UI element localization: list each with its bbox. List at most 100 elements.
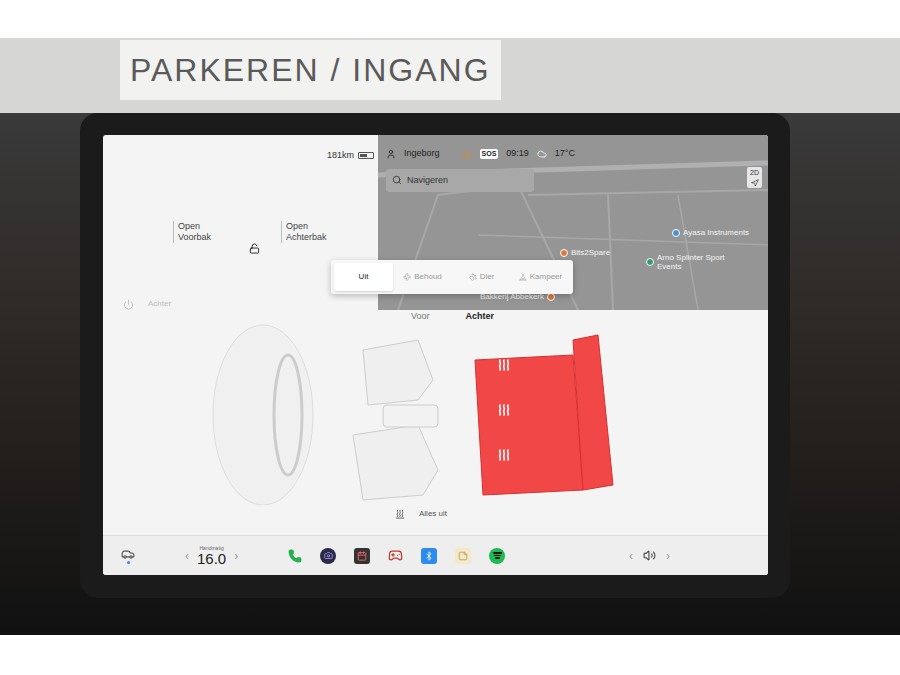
camera-icon xyxy=(324,551,333,560)
mode-icon xyxy=(519,273,527,281)
car-button[interactable] xyxy=(121,547,135,564)
mode-icon xyxy=(403,273,411,281)
seat-area: AchterVoor Achter Alles uit xyxy=(103,310,768,535)
all-off-label: Alles uit xyxy=(419,508,447,520)
bluetooth-icon xyxy=(424,551,434,561)
range-text: 181km xyxy=(327,149,354,163)
seat-heat-icon xyxy=(500,450,509,460)
parking-sign: PARKEREN / INGANG xyxy=(120,40,501,100)
user-icon xyxy=(386,149,396,159)
car-indicator-dot xyxy=(127,561,130,564)
cabin-seats-icon xyxy=(203,320,643,505)
spotify-icon[interactable] xyxy=(489,548,505,564)
volume-control: ‹› xyxy=(629,547,670,565)
note-icon xyxy=(458,551,468,561)
range-indicator: 181km xyxy=(103,135,378,163)
camera-app[interactable] xyxy=(320,548,336,564)
rear-power-label: Achter xyxy=(148,298,171,310)
trunk-name: Voorbak xyxy=(178,232,211,243)
unlock-icon[interactable] xyxy=(249,243,260,254)
phone-icon[interactable] xyxy=(288,549,302,563)
search-icon xyxy=(392,175,402,185)
search-field[interactable]: Navigeren xyxy=(386,169,534,193)
trunk-button[interactable]: OpenVoorbak xyxy=(173,221,211,243)
wall: PARKEREN / INGANG xyxy=(0,38,900,113)
mode-icon xyxy=(469,273,477,281)
temp-up[interactable]: › xyxy=(234,547,238,565)
trunk-row: OpenVoorbakOpenAchterbak xyxy=(103,163,378,243)
search-placeholder: Navigeren xyxy=(407,174,448,188)
car-icon xyxy=(121,547,135,561)
spotify-wave xyxy=(493,552,502,554)
mode-label: Behoud xyxy=(414,271,442,283)
seat-view-tab[interactable]: Achter xyxy=(466,310,495,324)
temp-down[interactable]: ‹ xyxy=(185,547,189,565)
place-pin-icon xyxy=(672,229,680,237)
map-place[interactable]: Arno Splinter Sport Events xyxy=(646,253,729,271)
temp-value: 16.0 xyxy=(197,551,226,566)
trunk-action: Open xyxy=(178,221,211,232)
volume-down[interactable]: ‹ xyxy=(629,547,633,565)
screen-bezel: 181kmOpenVoorbakOpenAchterbakIngeborgSOS… xyxy=(80,113,790,598)
photo: PARKEREN / INGANG181kmOpenVoorbakOpenAch… xyxy=(0,38,900,635)
battery-fill xyxy=(360,154,367,157)
climate-mode-option[interactable]: Dier xyxy=(452,263,511,291)
map-place[interactable]: Ayasa Instruments xyxy=(672,227,749,239)
climate-mode-option[interactable]: Uit xyxy=(334,263,393,291)
temp-display: Handmatig16.0 xyxy=(197,546,226,566)
temperature-control: ‹ Handmatig16.0 › xyxy=(185,546,238,566)
sos-badge[interactable]: SOS xyxy=(480,149,499,160)
compass-icon xyxy=(751,179,759,187)
map-place[interactable]: Bits2Spare xyxy=(560,247,610,259)
bluetooth-app[interactable] xyxy=(421,548,437,564)
mode-label: Kampeer xyxy=(530,271,562,283)
rear-power-button[interactable]: Achter xyxy=(123,298,171,310)
spotify-wave xyxy=(495,557,500,559)
seat-heat-icon xyxy=(500,360,509,370)
spotify-wave xyxy=(494,555,501,557)
trunk-button[interactable]: OpenAchterbak xyxy=(281,221,327,243)
battery-icon xyxy=(358,152,374,159)
climate-mode-selector: Uit Behoud Dier Kampeer xyxy=(331,260,573,294)
front-seats xyxy=(353,340,438,500)
user-name[interactable]: Ingeborg xyxy=(404,147,440,161)
climate-mode-option[interactable]: Kampeer xyxy=(511,263,570,291)
volume-icon[interactable] xyxy=(643,549,656,562)
joystick-icon[interactable] xyxy=(388,548,403,563)
download-icon[interactable] xyxy=(462,149,472,159)
place-pin-icon xyxy=(547,293,555,301)
dashboard: 181kmOpenVoorbakOpenAchterbakIngeborgSOS… xyxy=(0,113,900,635)
status-bar: Ingeborg SOS 09:19 17°C xyxy=(378,135,768,161)
top-margin xyxy=(0,0,900,38)
rear-seat xyxy=(475,335,613,495)
notes-app[interactable] xyxy=(455,548,471,564)
seat-view-tabs: Voor Achter xyxy=(411,310,494,324)
all-off-button[interactable]: Alles uit xyxy=(395,508,447,520)
mode-label: Uit xyxy=(359,271,369,283)
clock: 09:19 xyxy=(506,147,529,161)
trunk-name: Achterbak xyxy=(286,232,327,243)
mode-label: Dier xyxy=(480,271,495,283)
power-icon xyxy=(123,299,134,310)
cloud-icon xyxy=(537,149,547,159)
heat-icon xyxy=(395,509,405,519)
bottom-bar: ‹Handmatig16.0›‹› xyxy=(103,535,768,575)
place-pin-icon xyxy=(560,249,568,257)
climate-mode-option[interactable]: Behoud xyxy=(393,263,452,291)
map-view-button[interactable]: 2D xyxy=(747,167,762,188)
volume-up[interactable]: › xyxy=(666,547,670,565)
bottom-margin xyxy=(0,635,900,675)
seat-heat-icon xyxy=(500,405,509,415)
seat-view-tab[interactable]: Voor xyxy=(411,310,430,324)
place-name: Bits2Spare xyxy=(571,247,610,259)
display: 181kmOpenVoorbakOpenAchterbakIngeborgSOS… xyxy=(103,135,768,575)
calendar-app[interactable] xyxy=(354,548,370,564)
calendar-icon xyxy=(357,551,367,561)
place-name: Arno Splinter Sport Events xyxy=(657,253,729,271)
place-name: Ayasa Instruments xyxy=(683,227,749,239)
page: PARKEREN / INGANG181kmOpenVoorbakOpenAch… xyxy=(0,0,900,675)
map-view-text: 2D xyxy=(750,168,759,179)
place-pin-icon xyxy=(646,258,654,266)
trunk-action: Open xyxy=(286,221,327,232)
outside-temperature: 17°C xyxy=(555,147,575,161)
